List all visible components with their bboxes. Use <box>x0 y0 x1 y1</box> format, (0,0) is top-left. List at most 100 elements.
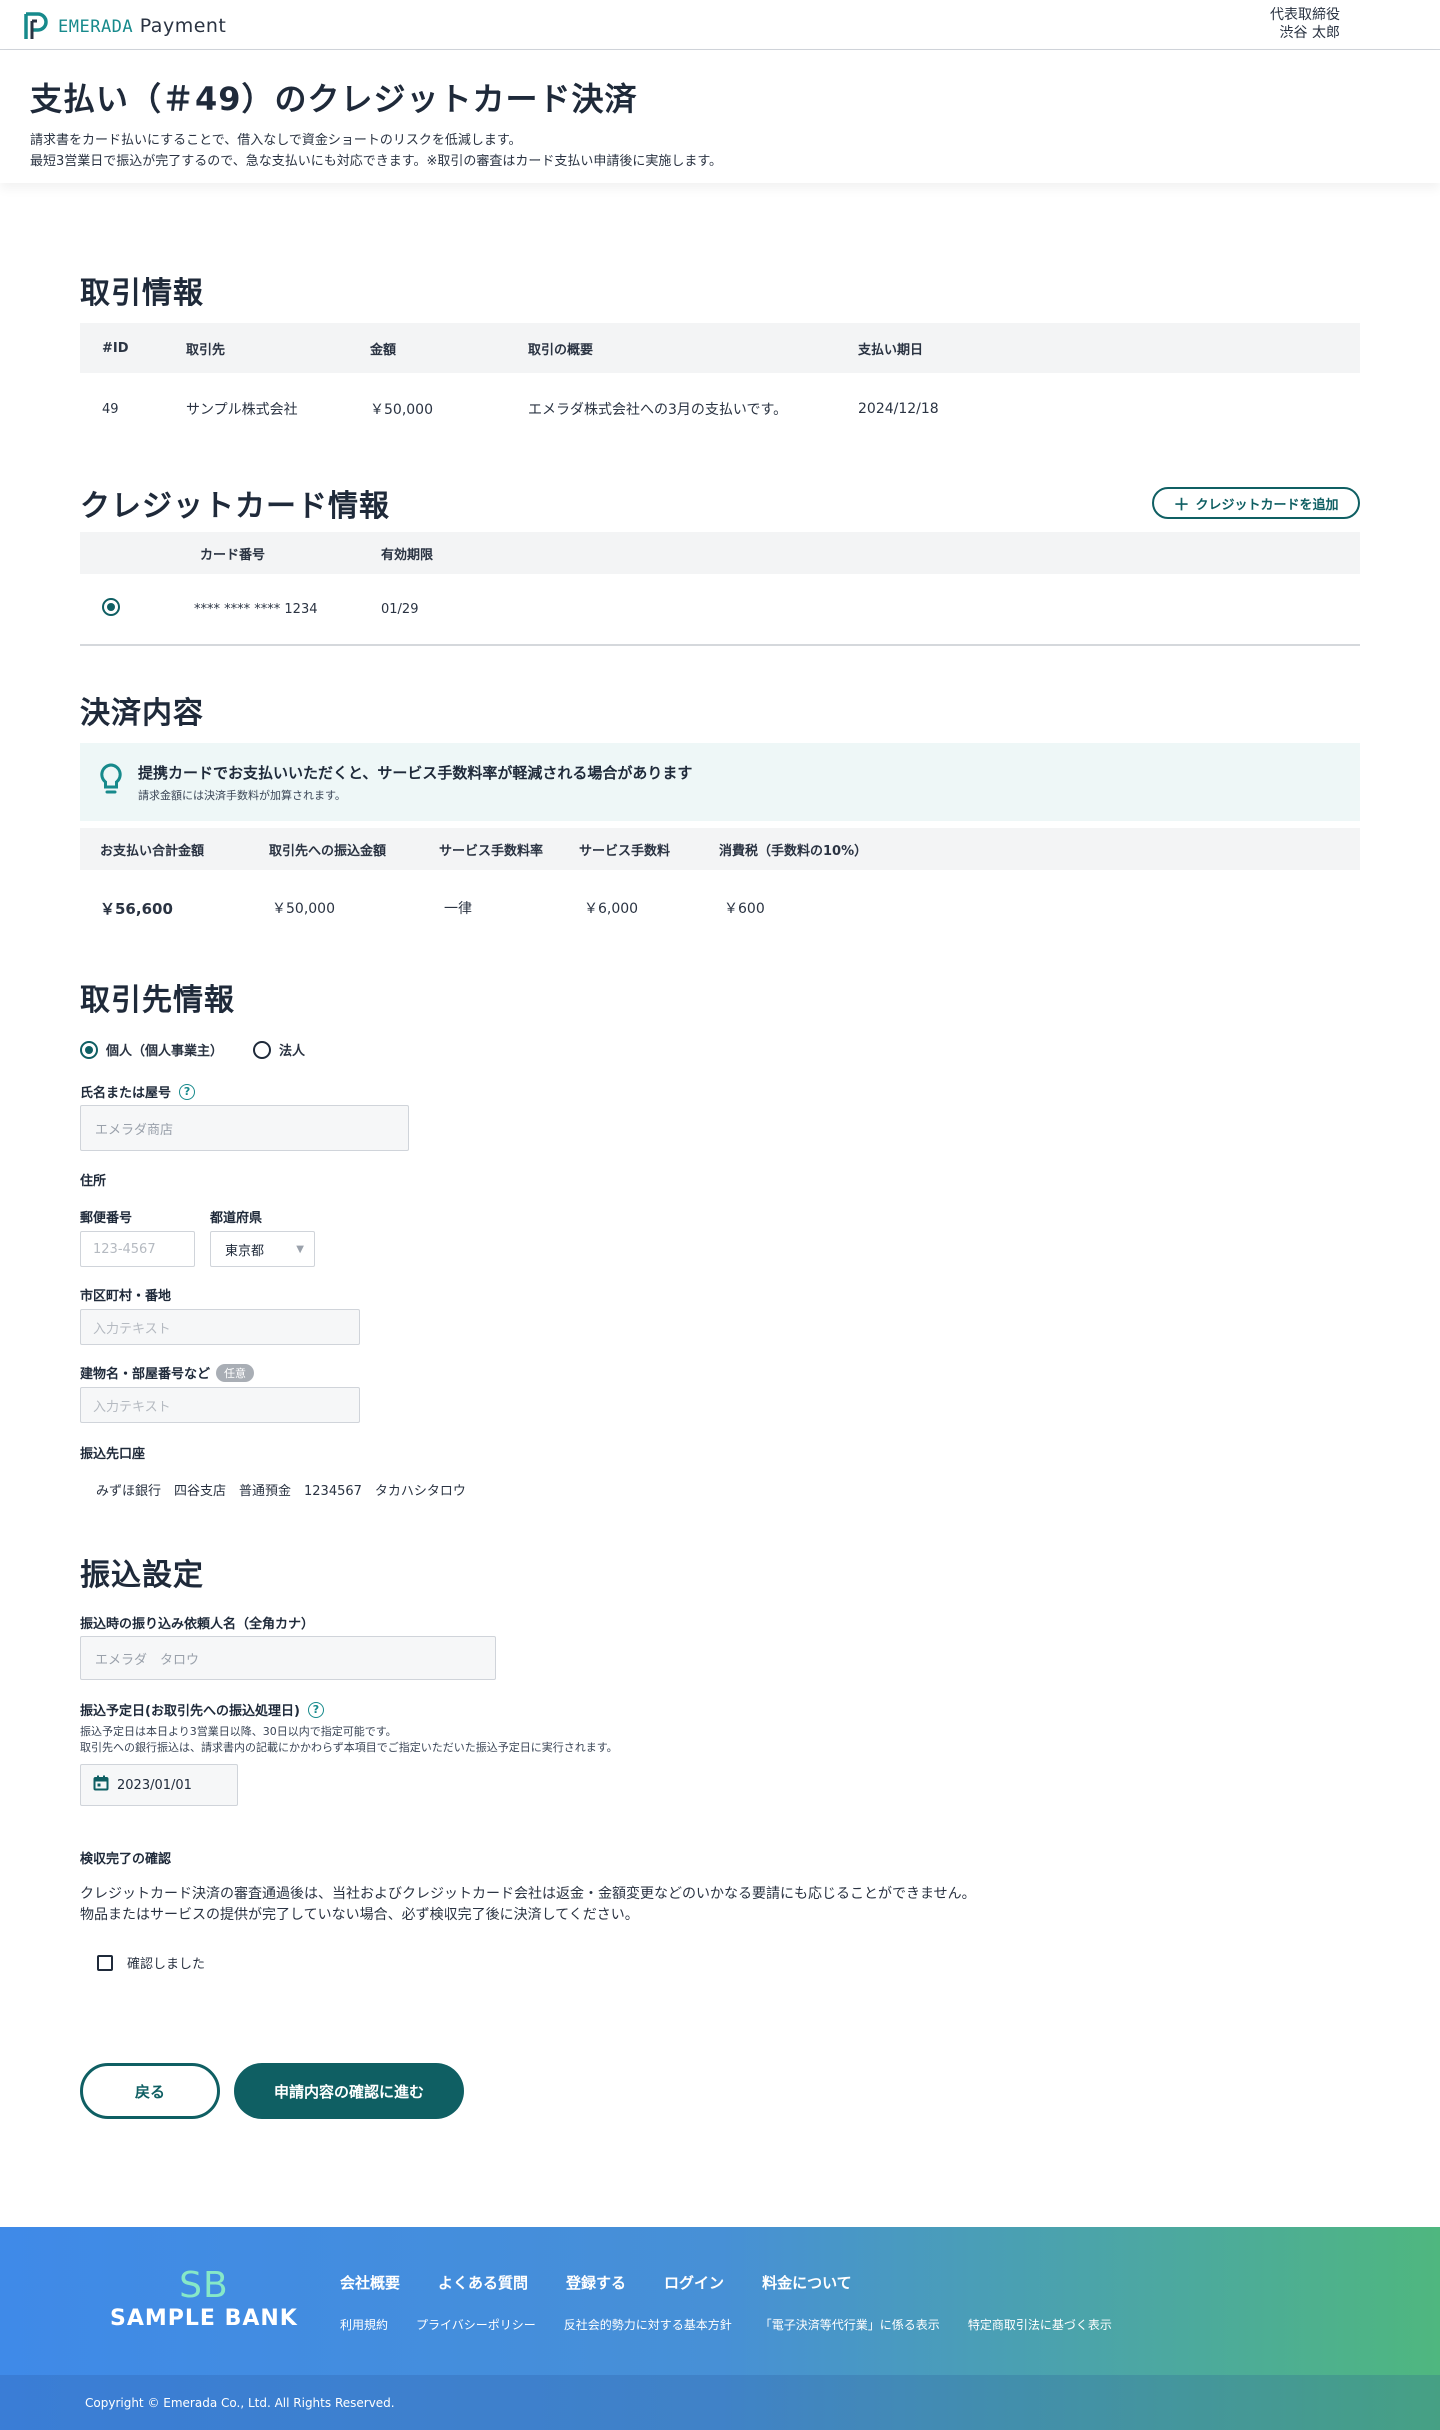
zip-label: 郵便番号 <box>80 1211 133 1226</box>
footer-logo-name: SAMPLE BANK <box>110 2306 298 2331</box>
footer-bottom: Copyright © Emerada Co., Ltd. All Rights… <box>0 2375 1440 2430</box>
lightbulb-icon <box>98 762 132 802</box>
settlement-section-title: 決済内容 <box>80 696 204 731</box>
footer-logo[interactable]: SB SAMPLE BANK <box>110 2265 298 2331</box>
pref-value: 東京都 <box>225 1243 265 1259</box>
date-note-2: 取引先への銀行振込は、請求書内の記載にかかわらず本項目でご指定いただいた振込予定… <box>80 1741 618 1754</box>
help-icon[interactable]: ? <box>179 1083 196 1100</box>
account-value: みずほ銀行 四谷支店 普通預金 1234567 タカハシタロウ <box>96 1484 466 1499</box>
logo-p-icon <box>24 12 48 40</box>
page-header: 支払い（＃49）のクレジットカード決済 請求書をカード払いにすることで、借入なし… <box>0 50 1440 183</box>
plus-icon: ＋ <box>1173 495 1190 514</box>
radio-individual-label[interactable]: 個人（個人事業主） <box>106 1040 223 1059</box>
radio-corporate[interactable] <box>253 1040 272 1059</box>
add-card-button[interactable]: ＋ クレジットカードを追加 <box>1152 487 1360 519</box>
date-note-1: 振込予定日は本日より3営業日以降、30日以内で指定可能です。 <box>80 1725 397 1738</box>
confirm-checkbox-label[interactable]: 確認しました <box>127 1953 205 1972</box>
name-label-row: 氏名または屋号 ? <box>80 1082 196 1101</box>
city-label: 市区町村・番地 <box>80 1289 172 1304</box>
radio-corporate-label[interactable]: 法人 <box>279 1040 305 1059</box>
fee-notice: 提携カードでお支払いいただくと、サービス手数料率が軽減される場合があります 請求… <box>80 743 1360 821</box>
col-total: お支払い合計金額 <box>100 843 205 859</box>
radio-individual[interactable] <box>80 1040 98 1059</box>
help-icon[interactable]: ? <box>307 1701 324 1718</box>
footer-link-epayment[interactable]: 「電子決済等代行業」に係る表示 <box>760 2316 940 2333</box>
footer: SB SAMPLE BANK 会社概要 よくある質問 登録する ログイン 料金に… <box>0 2227 1440 2430</box>
footer-nav: 会社概要 よくある質問 登録する ログイン 料金について <box>340 2272 890 2293</box>
cell-due-date: 2024/12/18 <box>858 401 939 417</box>
card-row[interactable]: **** **** **** 1234 01/29 <box>80 574 1360 646</box>
chevron-down-icon: ▼ <box>296 1243 304 1255</box>
footer-nav-register[interactable]: 登録する <box>566 2272 626 2293</box>
col-fee: サービス手数料 <box>579 843 671 859</box>
footer-logo-mark: SB <box>179 2265 229 2306</box>
back-button[interactable]: 戻る <box>80 2063 220 2119</box>
cell-expiry: 01/29 <box>381 601 419 617</box>
footer-link-commerce[interactable]: 特定商取引法に基づく表示 <box>968 2316 1112 2333</box>
footer-link-terms[interactable]: 利用規約 <box>340 2316 388 2333</box>
footer-link-antisocial[interactable]: 反社会的勢力に対する基本方針 <box>564 2316 732 2333</box>
copyright: Copyright © Emerada Co., Ltd. All Rights… <box>85 2395 395 2410</box>
top-bar: EMERADA Payment 代表取締役 渋谷 太郎 <box>0 0 1440 50</box>
zip-input[interactable]: 123-4567 <box>80 1231 195 1267</box>
settlement-row: ￥56,600 ￥50,000 一律 ￥6,000 ￥600 <box>80 870 1360 946</box>
name-input[interactable]: エメラダ商店 <box>80 1105 409 1151</box>
requester-input[interactable]: エメラダ タロウ <box>80 1636 496 1680</box>
cell-partner: サンプル株式会社 <box>186 402 298 418</box>
user-role: 代表取締役 <box>1270 7 1340 23</box>
footer-link-privacy[interactable]: プライバシーポリシー <box>416 2316 536 2333</box>
footer-nav-pricing[interactable]: 料金について <box>762 2272 852 2293</box>
col-transfer-amount: 取引先への振込金額 <box>269 843 387 859</box>
transfer-section-title: 振込設定 <box>80 1558 204 1593</box>
pref-select[interactable]: 東京都 ▼ <box>210 1231 315 1267</box>
cell-fee-rate: 一律 <box>444 901 472 917</box>
settlement-table-header: お支払い合計金額 取引先への振込金額 サービス手数料率 サービス手数料 消費税（… <box>80 828 1360 870</box>
confirm-text-2: 物品またはサービスの提供が完了していない場合、必ず検収完了後に決済してください。 <box>80 1907 639 1923</box>
building-input[interactable]: 入力テキスト <box>80 1387 360 1423</box>
page-title: 支払い（＃49）のクレジットカード決済 <box>30 80 638 118</box>
confirm-checkbox-row[interactable]: 確認しました <box>97 1953 205 1972</box>
cell-amount: ￥50,000 <box>370 402 433 418</box>
cell-transfer-amount: ￥50,000 <box>272 901 335 917</box>
footer-nav-faq[interactable]: よくある質問 <box>438 2272 528 2293</box>
date-label-row: 振込予定日(お取引先への振込処理日) ? <box>80 1700 324 1719</box>
building-label-row: 建物名・部屋番号など 任意 <box>80 1363 255 1382</box>
partner-type-group: 個人（個人事業主） 法人 <box>80 1040 305 1059</box>
calendar-icon <box>93 1775 109 1795</box>
card-table-header: カード番号 有効期限 <box>80 532 1360 574</box>
cell-tax: ￥600 <box>724 901 765 917</box>
col-tax: 消費税（手数料の10%） <box>719 843 868 859</box>
footer-nav-company[interactable]: 会社概要 <box>340 2272 400 2293</box>
cell-summary: エメラダ株式会社への3月の支払いです。 <box>528 402 788 418</box>
date-picker[interactable]: 2023/01/01 <box>80 1764 238 1806</box>
requester-label: 振込時の振り込み依頼人名（全角カナ） <box>80 1617 315 1632</box>
col-expiry: 有効期限 <box>381 547 434 563</box>
notice-title: 提携カードでお支払いいただくと、サービス手数料率が軽減される場合があります <box>138 763 693 782</box>
date-label: 振込予定日(お取引先への振込処理日) <box>80 1704 300 1719</box>
col-id: #ID <box>102 340 129 356</box>
app-logo[interactable]: EMERADA Payment <box>24 12 226 40</box>
cell-id: 49 <box>102 401 119 417</box>
cell-fee: ￥6,000 <box>584 901 639 917</box>
card-section-title: クレジットカード情報 <box>80 489 390 524</box>
footer-nav-login[interactable]: ログイン <box>664 2272 724 2293</box>
confirm-checkbox[interactable] <box>97 1954 113 1971</box>
transaction-table-header: #ID 取引先 金額 取引の概要 支払い期日 <box>80 323 1360 373</box>
pref-label: 都道府県 <box>210 1211 263 1226</box>
proceed-button[interactable]: 申請内容の確認に進む <box>234 2063 464 2119</box>
confirm-text-1: クレジットカード決済の審査通過後は、当社およびクレジットカード会社は返金・金額変… <box>80 1886 976 1902</box>
col-summary: 取引の概要 <box>528 342 594 358</box>
partner-section-title: 取引先情報 <box>80 983 235 1018</box>
optional-badge: 任意 <box>216 1363 255 1382</box>
city-input[interactable]: 入力テキスト <box>80 1309 360 1345</box>
add-card-label: クレジットカードを追加 <box>1195 497 1339 513</box>
col-partner: 取引先 <box>186 342 226 358</box>
table-row: 49 サンプル株式会社 ￥50,000 エメラダ株式会社への3月の支払いです。 … <box>80 373 1360 445</box>
col-amount: 金額 <box>370 342 397 358</box>
transaction-section-title: 取引情報 <box>80 276 204 311</box>
cell-card-number: **** **** **** 1234 <box>194 601 318 617</box>
col-card-number: カード番号 <box>200 547 266 563</box>
col-fee-rate: サービス手数料率 <box>439 843 544 859</box>
card-select-radio[interactable] <box>102 598 120 616</box>
user-menu[interactable]: 代表取締役 渋谷 太郎 <box>1270 6 1340 42</box>
